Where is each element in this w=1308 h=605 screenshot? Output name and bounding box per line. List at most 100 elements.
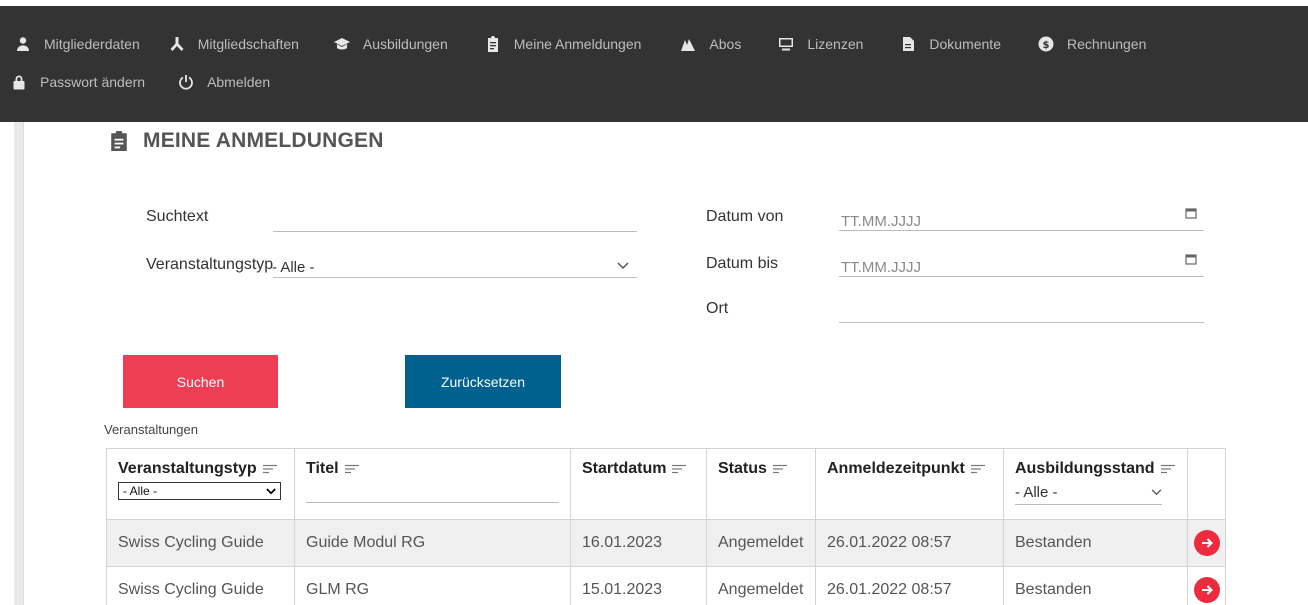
- nav-label: Rechnungen: [1066, 36, 1147, 52]
- sort-icon[interactable]: [672, 464, 687, 474]
- header-label[interactable]: Veranstaltungstyp: [118, 460, 257, 478]
- sort-icon[interactable]: [1160, 464, 1175, 474]
- nav-row-2: Passwort ändern Abmelden: [0, 70, 302, 94]
- suchtext-input[interactable]: [273, 231, 637, 232]
- cell-typ: Swiss Cycling Guide: [106, 566, 295, 605]
- nav-label: Lizenzen: [807, 36, 864, 52]
- cell-status: Angemeldet: [706, 519, 816, 567]
- suchtext-label: Suchtext: [146, 208, 209, 225]
- datum-von-label: Datum von: [706, 208, 784, 225]
- content-frame-border: [14, 122, 24, 605]
- search-button[interactable]: Suchen: [123, 355, 278, 408]
- filter-value: - Alle -: [1015, 484, 1058, 501]
- datum-bis-input[interactable]: TT.MM.JJJJ: [841, 259, 921, 276]
- nav-item-passwort-aendern[interactable]: Passwort ändern: [10, 73, 145, 91]
- reset-button[interactable]: Zurücksetzen: [405, 355, 561, 408]
- calendar-icon[interactable]: [1185, 253, 1197, 265]
- chevron-down-icon[interactable]: [617, 262, 629, 270]
- datum-von-underline: [839, 230, 1204, 231]
- nav-item-lizenzen[interactable]: Lizenzen: [777, 35, 863, 53]
- nav-item-abmelden[interactable]: Abmelden: [177, 73, 270, 91]
- cell-action: [1187, 519, 1226, 567]
- nav-item-ausbildungen[interactable]: Ausbildungen: [333, 35, 448, 53]
- cell-anmeldezeitpunkt: 26.01.2022 08:57: [815, 566, 1004, 605]
- chevron-down-icon: [1151, 489, 1162, 496]
- cell-ausbildungsstand: Bestanden: [1003, 566, 1188, 605]
- ort-label: Ort: [706, 300, 729, 317]
- nav-item-abos[interactable]: Abos: [679, 35, 741, 53]
- sort-icon[interactable]: [772, 464, 787, 474]
- nav-label: Mitgliedschaften: [197, 36, 299, 52]
- open-row-button[interactable]: [1194, 577, 1220, 603]
- nav-row-1: Mitgliederdaten Mitgliedschaften Ausbild…: [0, 32, 1178, 56]
- column-header-status: Status: [706, 448, 816, 520]
- power-icon: [177, 73, 195, 91]
- monitor-icon: [777, 35, 795, 53]
- table-row[interactable]: Swiss Cycling Guide Guide Modul RG 16.01…: [106, 519, 1226, 567]
- titel-filter-input[interactable]: [306, 502, 559, 503]
- nav-label: Abmelden: [207, 74, 271, 90]
- header-label[interactable]: Ausbildungsstand: [1015, 460, 1155, 478]
- page-title-text: MEINE ANMELDUNGEN: [143, 129, 384, 152]
- svg-text:$: $: [1043, 40, 1050, 51]
- nav-item-meine-anmeldungen[interactable]: Meine Anmeldungen: [484, 35, 642, 53]
- sort-icon[interactable]: [344, 464, 359, 474]
- top-navigation: Mitgliederdaten Mitgliedschaften Ausbild…: [0, 0, 1308, 122]
- column-header-veranstaltungstyp: Veranstaltungstyp - Alle -: [106, 448, 295, 520]
- arrow-right-icon: [1202, 585, 1213, 595]
- header-label[interactable]: Anmeldezeitpunkt: [827, 460, 965, 478]
- nav-item-rechnungen[interactable]: $ Rechnungen: [1037, 35, 1146, 53]
- cell-titel: Guide Modul RG: [294, 519, 571, 567]
- cell-typ: Swiss Cycling Guide: [106, 519, 295, 567]
- cell-action: [1187, 566, 1226, 605]
- sort-icon[interactable]: [970, 464, 985, 474]
- cell-status: Angemeldet: [706, 566, 816, 605]
- nav-item-mitgliederdaten[interactable]: Mitgliederdaten: [14, 35, 140, 53]
- chevron-down-icon: [266, 487, 276, 494]
- table-header-row: Veranstaltungstyp - Alle - Titel Startda…: [106, 448, 1226, 520]
- datum-bis-label: Datum bis: [706, 255, 779, 272]
- registrations-table: Veranstaltungstyp - Alle - Titel Startda…: [106, 448, 1226, 605]
- user-icon: [14, 35, 32, 53]
- sort-icon[interactable]: [262, 464, 277, 474]
- veranstaltungstyp-label: Veranstaltungstyp: [146, 256, 274, 273]
- nav-item-dokumente[interactable]: Dokumente: [899, 35, 1001, 53]
- column-header-ausbildungsstand: Ausbildungsstand - Alle -: [1003, 448, 1188, 520]
- ort-input[interactable]: [839, 322, 1204, 323]
- calendar-icon[interactable]: [1185, 207, 1197, 219]
- lock-icon: [10, 73, 28, 91]
- cell-startdatum: 15.01.2023: [570, 566, 707, 605]
- cell-anmeldezeitpunkt: 26.01.2022 08:57: [815, 519, 1004, 567]
- nav-label: Dokumente: [929, 36, 1001, 52]
- table-row[interactable]: Swiss Cycling Guide GLM RG 15.01.2023 An…: [106, 566, 1226, 605]
- graduation-cap-icon: [333, 35, 351, 53]
- section-label: Veranstaltungen: [104, 422, 198, 437]
- dollar-circle-icon: $: [1037, 35, 1055, 53]
- cell-ausbildungsstand: Bestanden: [1003, 519, 1188, 567]
- datum-von-input[interactable]: TT.MM.JJJJ: [841, 213, 921, 230]
- nav-label: Meine Anmeldungen: [513, 36, 642, 52]
- veranstaltungstyp-filter-select[interactable]: - Alle -: [118, 482, 281, 500]
- arrow-right-icon: [1202, 538, 1213, 548]
- header-label[interactable]: Titel: [306, 460, 339, 478]
- column-header-actions: [1187, 448, 1226, 520]
- header-label[interactable]: Status: [718, 460, 767, 478]
- veranstaltungstyp-select[interactable]: [273, 277, 637, 278]
- top-strip: [0, 0, 1308, 6]
- clipboard-icon: [484, 35, 502, 53]
- datum-bis-underline: [839, 276, 1204, 277]
- clipboard-icon: [111, 131, 127, 151]
- column-header-anmeldezeitpunkt: Anmeldezeitpunkt: [815, 448, 1004, 520]
- column-header-startdatum: Startdatum: [570, 448, 707, 520]
- cell-startdatum: 16.01.2023: [570, 519, 707, 567]
- nav-label: Passwort ändern: [40, 74, 146, 90]
- veranstaltungstyp-select-value[interactable]: - Alle -: [272, 259, 315, 276]
- nav-label: Abos: [709, 36, 742, 52]
- network-icon: [168, 35, 186, 53]
- header-label[interactable]: Startdatum: [582, 460, 666, 478]
- cycling-icon: [679, 35, 697, 53]
- column-header-titel: Titel: [294, 448, 571, 520]
- open-row-button[interactable]: [1194, 530, 1220, 556]
- nav-item-mitgliedschaften[interactable]: Mitgliedschaften: [168, 35, 299, 53]
- ausbildungsstand-filter-select[interactable]: - Alle -: [1015, 484, 1162, 505]
